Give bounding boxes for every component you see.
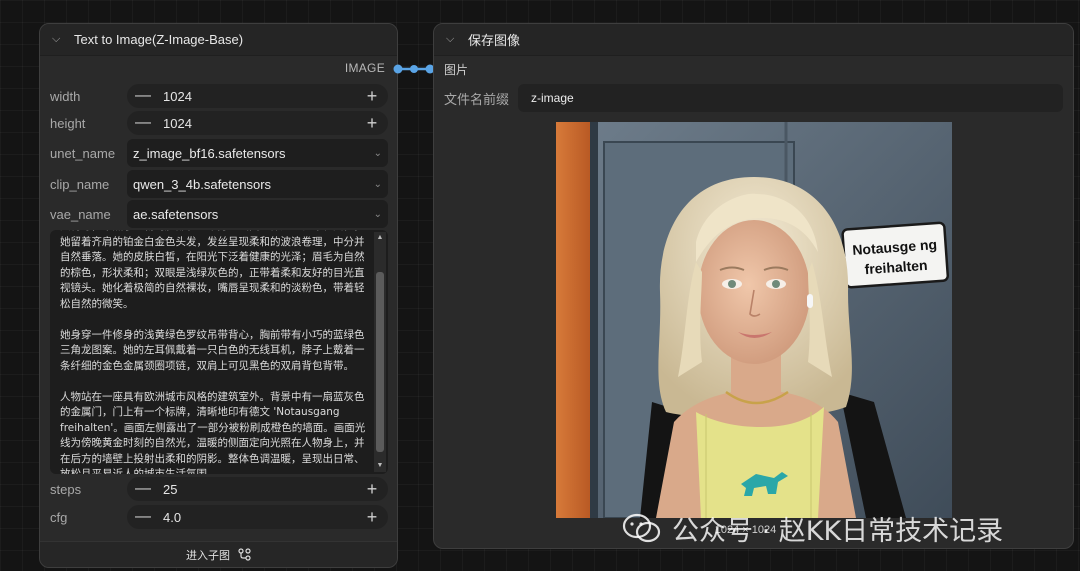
dropdown-arrow-icon[interactable]: ⌄ xyxy=(374,209,382,220)
dropdown-arrow-icon[interactable]: ⌄ xyxy=(374,148,382,159)
plus-icon[interactable]: + xyxy=(364,480,380,498)
prompt-text[interactable]: 大特写，聚焦于人物的脸部和上半身。画面主体是一位年轻女性，她留着齐肩的铂金白金色… xyxy=(60,230,370,474)
minus-icon[interactable]: — xyxy=(135,115,163,131)
minus-icon[interactable]: — xyxy=(135,88,163,104)
image-link-connector[interactable] xyxy=(393,63,435,75)
vae-name-widget[interactable]: vae_name ae.safetensors ⌄ xyxy=(50,200,388,228)
steps-number-input[interactable]: — 25 + xyxy=(127,477,388,501)
output-image-preview[interactable]: Notausge ng freihalten xyxy=(556,122,952,518)
unet-name-widget[interactable]: unet_name z_image_bf16.safetensors ⌄ xyxy=(50,139,388,167)
clip-name-select[interactable]: qwen_3_4b.safetensors ⌄ xyxy=(127,170,388,198)
width-widget[interactable]: width — 1024 + xyxy=(50,84,388,108)
link-midpoint-dot xyxy=(410,65,418,73)
node-header[interactable]: ⌵ Text to Image(Z-Image-Base) xyxy=(40,24,397,56)
cfg-widget[interactable]: cfg — 4.0 + xyxy=(50,505,388,529)
unet-name-value: z_image_bf16.safetensors xyxy=(133,145,286,161)
dropdown-arrow-icon[interactable]: ⌄ xyxy=(374,179,382,190)
steps-widget[interactable]: steps — 25 + xyxy=(50,477,388,501)
vae-name-value: ae.safetensors xyxy=(133,206,219,222)
wechat-icon xyxy=(622,513,661,543)
minus-icon[interactable]: — xyxy=(135,509,163,525)
chevron-down-icon[interactable]: ⌵ xyxy=(52,33,74,46)
width-number-input[interactable]: — 1024 + xyxy=(127,84,388,108)
output-slot-dot xyxy=(393,64,403,74)
steps-value[interactable]: 25 xyxy=(163,482,364,497)
cfg-value[interactable]: 4.0 xyxy=(163,510,364,525)
minus-icon[interactable]: — xyxy=(135,481,163,497)
height-number-input[interactable]: — 1024 + xyxy=(127,111,388,135)
unet-name-label: unet_name xyxy=(50,145,116,161)
scroll-down-icon[interactable]: ▼ xyxy=(374,460,386,472)
clip-name-value: qwen_3_4b.safetensors xyxy=(133,176,272,192)
cfg-number-input[interactable]: — 4.0 + xyxy=(127,505,388,529)
steps-label: steps xyxy=(50,481,82,497)
vae-name-select[interactable]: ae.safetensors ⌄ xyxy=(127,200,388,228)
filename-prefix-input[interactable]: z-image xyxy=(518,84,1063,112)
clip-name-label: clip_name xyxy=(50,176,110,192)
height-value[interactable]: 1024 xyxy=(163,116,364,131)
enter-subgraph-button[interactable]: 进入子图 xyxy=(40,541,397,567)
prompt-textarea[interactable]: 大特写，聚焦于人物的脸部和上半身。画面主体是一位年轻女性，她留着齐肩的铂金白金色… xyxy=(50,230,388,474)
plus-icon[interactable]: + xyxy=(364,87,380,105)
enter-subgraph-label: 进入子图 xyxy=(186,549,230,562)
chevron-down-icon[interactable]: ⌵ xyxy=(446,33,468,46)
unet-name-select[interactable]: z_image_bf16.safetensors ⌄ xyxy=(127,139,388,167)
width-value[interactable]: 1024 xyxy=(163,89,364,104)
save-image-node[interactable]: ⌵ 保存图像 图片 文件名前缀 z-image Notausge ng frei… xyxy=(433,23,1074,549)
filename-prefix-widget[interactable]: 文件名前缀 z-image xyxy=(444,84,1063,112)
node-header[interactable]: ⌵ 保存图像 xyxy=(434,24,1073,56)
node-title: Text to Image(Z-Image-Base) xyxy=(74,32,244,47)
subgraph-icon xyxy=(238,548,251,561)
filename-prefix-label: 文件名前缀 xyxy=(444,91,510,107)
width-label: width xyxy=(50,88,81,104)
prompt-scrollbar[interactable]: ▲ ▼ xyxy=(374,232,386,472)
clip-name-widget[interactable]: clip_name qwen_3_4b.safetensors ⌄ xyxy=(50,170,388,198)
node-title: 保存图像 xyxy=(468,33,521,48)
portrait-image: Notausge ng freihalten xyxy=(556,122,952,518)
plus-icon[interactable]: + xyxy=(364,114,380,132)
height-widget[interactable]: height — 1024 + xyxy=(50,111,388,135)
image-input-label: 图片 xyxy=(444,63,469,77)
image-output-label: IMAGE xyxy=(344,61,385,75)
text-to-image-node[interactable]: ⌵ Text to Image(Z-Image-Base) IMAGE widt… xyxy=(39,23,398,568)
vae-name-label: vae_name xyxy=(50,206,111,222)
watermark: 公众号 · 赵KK日常技术记录 xyxy=(622,511,1004,547)
cfg-label: cfg xyxy=(50,509,68,525)
height-label: height xyxy=(50,115,86,131)
scroll-thumb[interactable] xyxy=(376,272,384,452)
scroll-up-icon[interactable]: ▲ xyxy=(374,232,386,244)
watermark-text: 公众号 · 赵KK日常技术记录 xyxy=(672,515,1004,547)
plus-icon[interactable]: + xyxy=(364,508,380,526)
